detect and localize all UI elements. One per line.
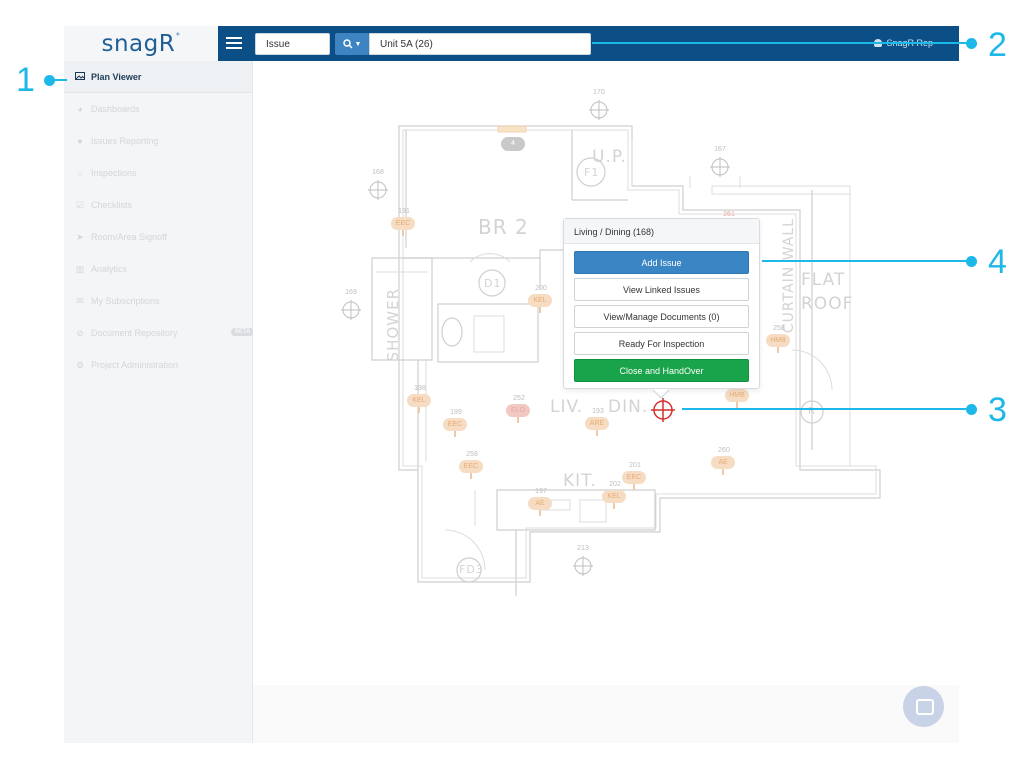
room-label-f1: F1 xyxy=(584,166,600,179)
room-label-kit: KIT. xyxy=(563,471,597,491)
callout-line-2 xyxy=(592,42,966,44)
room-label-roof: ROOF xyxy=(801,294,854,314)
issue-pin[interactable]: 198 KEL xyxy=(407,385,433,415)
callout-line-3 xyxy=(682,408,966,410)
room-label-br2: BR 2 xyxy=(478,215,529,239)
callout-number-3: 3 xyxy=(988,391,1007,429)
callout-number-4: 4 xyxy=(988,243,1007,281)
selected-location-crosshair-icon[interactable] xyxy=(650,397,676,423)
crosshair-icon xyxy=(341,300,361,320)
close-and-handover-button[interactable]: Close and HandOver xyxy=(574,359,749,382)
issue-pin[interactable]: 260 AE xyxy=(711,447,737,477)
issue-pin[interactable]: 191 EEC xyxy=(391,208,417,238)
callout-number-2: 2 xyxy=(988,26,1007,64)
issue-pin[interactable]: 193 ARE xyxy=(585,408,611,438)
issue-pin[interactable]: 258 EEC xyxy=(459,451,485,481)
callout-line-4 xyxy=(762,260,966,262)
location-context-popup: Living / Dining (168) Add Issue View Lin… xyxy=(563,218,760,399)
issue-pin[interactable]: 258 HMB xyxy=(766,325,792,355)
room-label-shower: SHOWER xyxy=(384,288,402,362)
chat-button[interactable] xyxy=(903,686,944,727)
issue-pin[interactable]: 201 EEC xyxy=(622,462,648,492)
popup-arrow-inner xyxy=(653,389,669,397)
callout-dot-3 xyxy=(966,404,977,415)
add-issue-button[interactable]: Add Issue xyxy=(574,251,749,274)
crosshair-icon xyxy=(589,100,609,120)
screenshot-frame: snagR⁺ Issue ▼ Unit 5A (26) SnagR Rep Pl… xyxy=(0,0,1024,768)
issue-pin[interactable]: 200 KEL xyxy=(528,285,554,315)
ready-for-inspection-button[interactable]: Ready For Inspection xyxy=(574,332,749,355)
crosshair-icon xyxy=(368,180,388,200)
location-target-marker[interactable]: 213 xyxy=(572,545,594,577)
location-target-marker[interactable]: 167 xyxy=(709,146,731,178)
popup-title: Living / Dining (168) xyxy=(564,219,759,244)
room-label-liv: LIV. xyxy=(550,397,584,417)
room-label-d1: D1 xyxy=(484,277,502,290)
location-target-marker[interactable]: 170 xyxy=(588,89,610,121)
room-label-curtain-wall: CURTAIN WALL xyxy=(781,218,797,334)
callout-number-1: 1 xyxy=(16,61,35,99)
crosshair-icon xyxy=(573,556,593,576)
issue-pin[interactable]: 199 EEC xyxy=(443,409,469,439)
callout-line-1 xyxy=(49,79,67,81)
room-label-flat: FLAT xyxy=(801,270,846,290)
room-label-up: U.P. xyxy=(592,147,627,167)
issue-pin[interactable]: 252 ELO xyxy=(506,395,532,425)
issue-cluster-marker[interactable]: 4 xyxy=(501,137,525,151)
room-label-din: DIN. xyxy=(608,397,649,417)
location-target-marker[interactable]: 168 xyxy=(367,169,389,201)
view-manage-documents-button[interactable]: View/Manage Documents (0) xyxy=(574,305,749,328)
issue-pin[interactable]: 197 AE xyxy=(528,488,554,518)
view-linked-issues-button[interactable]: View Linked Issues xyxy=(574,278,749,301)
callout-dot-4 xyxy=(966,256,977,267)
callout-dot-2 xyxy=(966,38,977,49)
room-label-fd3: FD3 xyxy=(459,563,484,576)
location-target-marker[interactable]: 169 xyxy=(340,289,362,321)
crosshair-icon xyxy=(710,157,730,177)
floor-plan-drawing xyxy=(371,125,881,596)
